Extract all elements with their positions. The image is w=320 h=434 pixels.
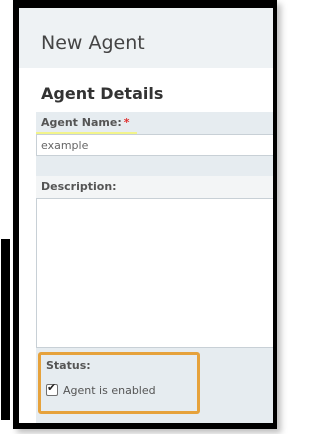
agent-enabled-label[interactable]: Agent is enabled (63, 384, 156, 397)
section-heading: Agent Details (41, 84, 164, 103)
checkmark-icon: ✔ (47, 381, 57, 394)
description-textarea[interactable] (37, 199, 273, 347)
agent-name-input[interactable] (37, 135, 273, 155)
description-field (36, 198, 273, 348)
screenshot-root: New Agent Agent Details Agent Name:* Des… (0, 0, 277, 434)
agent-enabled-row[interactable]: ✔ Agent is enabled (46, 382, 156, 398)
agent-name-label: Agent Name: * (41, 116, 129, 129)
background-bar (1, 239, 10, 420)
agent-enabled-checkbox[interactable]: ✔ (46, 381, 58, 396)
description-label-row: Description: (36, 176, 273, 198)
agent-name-label-row: Agent Name: * (36, 112, 273, 134)
field-spacer (36, 156, 273, 176)
description-label: Description: (41, 180, 117, 193)
required-marker: * (123, 116, 130, 129)
new-agent-window: New Agent Agent Details Agent Name:* Des… (19, 8, 273, 423)
status-label: Status: (46, 359, 91, 372)
title-area: New Agent (19, 8, 273, 68)
page-title: New Agent (41, 32, 145, 54)
agent-name-label-text: Agent Name: (41, 116, 122, 129)
status-highlight-box: Status: ✔ Agent is enabled (38, 352, 200, 414)
agent-name-field (36, 134, 273, 156)
